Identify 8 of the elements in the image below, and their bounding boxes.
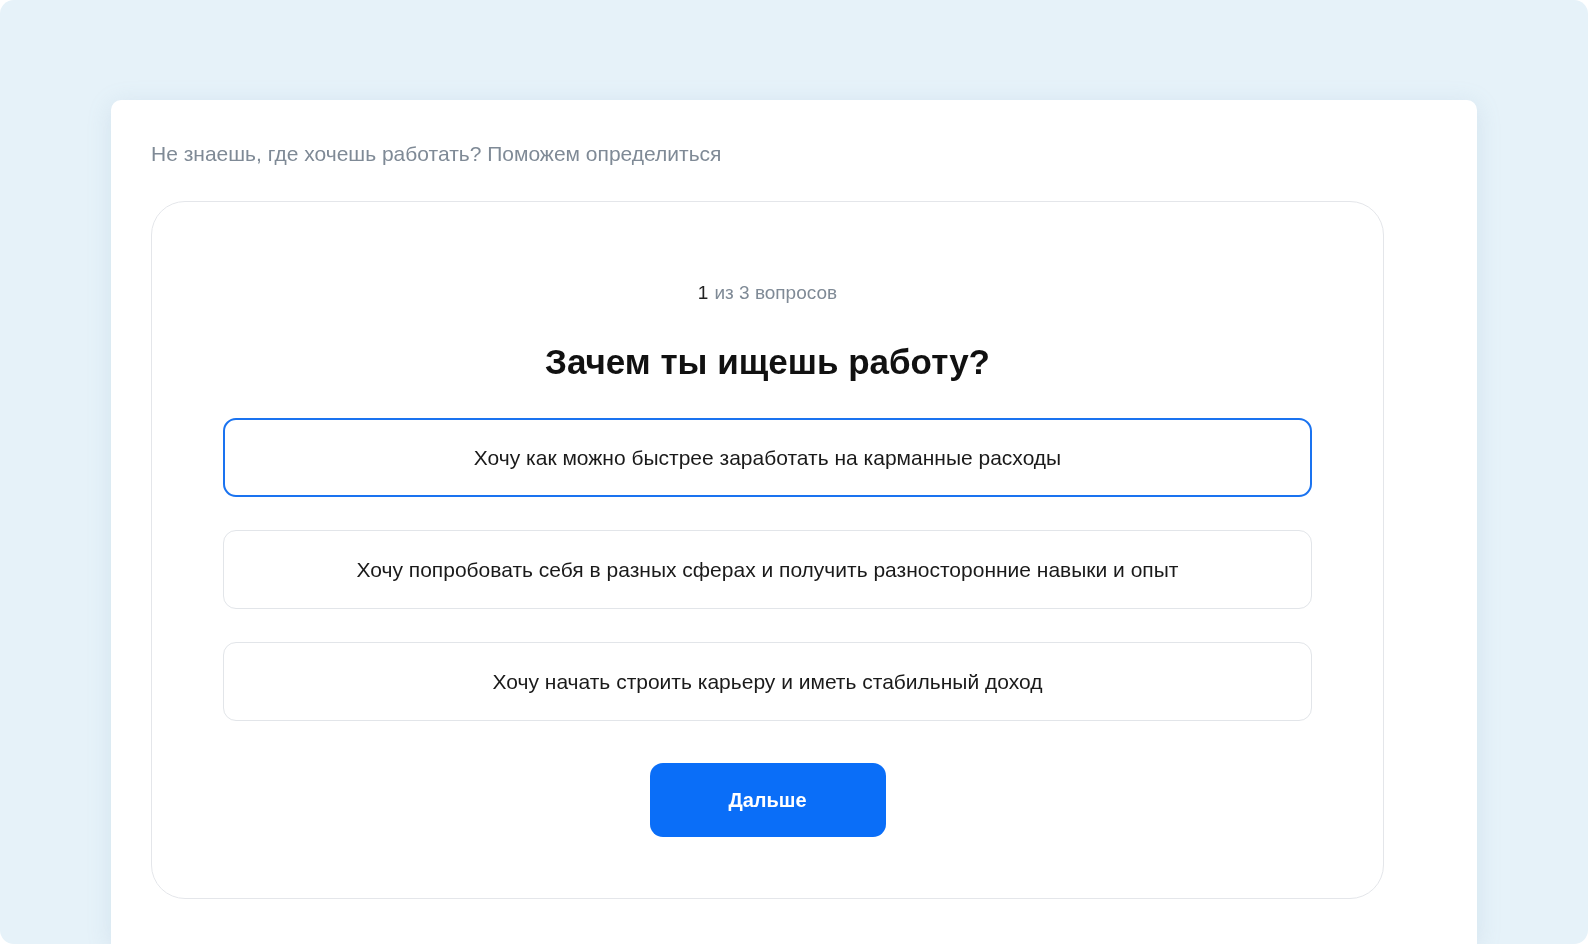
- answer-option[interactable]: Хочу как можно быстрее заработать на карманные расходы: [223, 418, 1312, 498]
- current-question-number: 1: [697, 282, 709, 305]
- next-button[interactable]: Дальше: [649, 763, 886, 838]
- answer-option[interactable]: Хочу начать строить карьеру и иметь стабильный доход: [223, 642, 1312, 722]
- answer-option[interactable]: Хочу попробовать себя в разных сферах и получить разносторонние навыки и опыт: [223, 530, 1312, 610]
- intro-text: Не знаешь, где хочешь работать? Поможем определиться: [151, 141, 723, 167]
- question-title: Зачем ты ищешь работу?: [545, 342, 990, 383]
- question-count-text: из 3 вопросов: [714, 282, 838, 305]
